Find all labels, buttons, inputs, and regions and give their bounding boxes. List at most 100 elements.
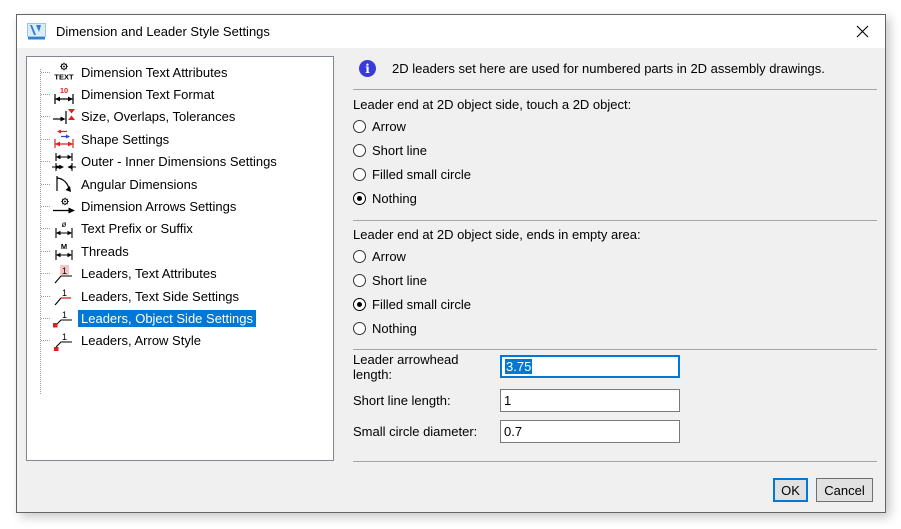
tree-item-leaders-object-side[interactable]: 1 Leaders, Object Side Settings [27,307,333,329]
tree-item-threads[interactable]: M Threads [27,240,333,262]
radio-icon[interactable] [353,144,366,157]
shape-settings-icon [50,129,78,149]
tree-item-leaders-text-side[interactable]: 1 Leaders, Text Side Settings [27,285,333,307]
leaders-object-side-icon: 1 [50,308,78,328]
tree-item-dimension-text-format[interactable]: 10 Dimension Text Format [27,83,333,105]
field-leader-arrowhead-length: Leader arrowhead length: 3.75 [353,354,877,379]
group2-label: Leader end at 2D object side, ends in em… [353,227,641,242]
radio-label: Nothing [372,191,417,206]
svg-text:ø: ø [62,220,67,229]
tree-item-angular-dimensions[interactable]: Angular Dimensions [27,173,333,195]
svg-text:10: 10 [60,86,68,95]
separator [353,349,877,350]
field-small-circle-diameter: Small circle diameter: [353,419,877,444]
radio-label: Filled small circle [372,297,471,312]
cancel-button[interactable]: Cancel [816,478,873,502]
info-icon: i [359,60,376,77]
svg-text:1: 1 [62,310,67,320]
radio-label: Arrow [372,249,406,264]
radio-label: Short line [372,273,427,288]
short-line-length-input[interactable] [500,389,680,412]
info-row: i 2D leaders set here are used for numbe… [359,60,825,77]
dimension-text-format-icon: 10 [50,85,78,105]
radio-label: Short line [372,143,427,158]
radio-touch-nothing[interactable]: Nothing [353,187,417,209]
radio-label: Filled small circle [372,167,471,182]
radio-icon-checked[interactable] [353,192,366,205]
ok-button[interactable]: OK [773,478,808,502]
tree-item-label: Threads [78,243,132,260]
tree-item-text-prefix-suffix[interactable]: ø Text Prefix or Suffix [27,218,333,240]
tree-item-size-overlaps-tolerances[interactable]: Size, Overlaps, Tolerances [27,106,333,128]
tree-item-label: Outer - Inner Dimensions Settings [78,153,280,170]
small-circle-diameter-input[interactable] [500,420,680,443]
tree-item-label: Shape Settings [78,131,172,148]
threads-icon: M [50,241,78,261]
radio-touch-arrow[interactable]: Arrow [353,115,406,137]
radio-touch-filled-small-circle[interactable]: Filled small circle [353,163,471,185]
radio-icon[interactable] [353,322,366,335]
text-prefix-suffix-icon: ø [50,219,78,239]
window-title: Dimension and Leader Style Settings [56,24,270,39]
tree-item-label: Leaders, Text Attributes [78,265,220,282]
svg-text:M: M [61,242,67,251]
separator [353,220,877,221]
titlebar: Dimension and Leader Style Settings [17,15,885,48]
radio-empty-filled-small-circle[interactable]: Filled small circle [353,293,471,315]
radio-icon[interactable] [353,274,366,287]
separator [353,461,877,462]
tree-item-label: Leaders, Arrow Style [78,332,204,349]
leaders-text-side-icon: 1 [50,286,78,306]
dimension-text-attributes-icon: TEXT [50,62,78,82]
svg-text:1: 1 [62,332,67,342]
close-button[interactable] [839,15,885,48]
tree-item-outer-inner-dimensions[interactable]: Outer - Inner Dimensions Settings [27,151,333,173]
tree-item-shape-settings[interactable]: Shape Settings [27,128,333,150]
field-label: Short line length: [353,393,500,408]
radio-icon-checked[interactable] [353,298,366,311]
group1-label: Leader end at 2D object side, touch a 2D… [353,97,631,112]
separator [353,89,877,90]
leaders-text-attributes-icon: 1 [50,264,78,284]
close-icon [856,25,869,38]
leader-arrowhead-length-input[interactable]: 3.75 [500,355,680,378]
size-overlaps-tolerances-icon [50,107,78,127]
varicad-logo-icon [27,23,47,41]
tree-item-label: Dimension Text Attributes [78,64,230,81]
radio-label: Nothing [372,321,417,336]
angular-dimensions-icon [50,174,78,194]
settings-panel: i 2D leaders set here are used for numbe… [353,56,877,514]
radio-empty-nothing[interactable]: Nothing [353,317,417,339]
tree-item-label: Leaders, Text Side Settings [78,288,242,305]
settings-category-tree: TEXT Dimension Text Attributes 10 Dimens… [26,56,334,461]
tree-item-label: Text Prefix or Suffix [78,220,196,237]
radio-icon[interactable] [353,168,366,181]
tree-item-label: Leaders, Object Side Settings [78,310,256,327]
field-label: Small circle diameter: [353,424,500,439]
radio-empty-short-line[interactable]: Short line [353,269,427,291]
tree-item-dimension-arrows-settings[interactable]: Dimension Arrows Settings [27,195,333,217]
dialog-buttons: OK Cancel [773,478,873,502]
dimension-arrows-settings-icon [50,197,78,217]
radio-label: Arrow [372,119,406,134]
tree-item-dimension-text-attributes[interactable]: TEXT Dimension Text Attributes [27,61,333,83]
radio-icon[interactable] [353,250,366,263]
tree-item-label: Angular Dimensions [78,176,200,193]
radio-empty-arrow[interactable]: Arrow [353,245,406,267]
svg-text:1: 1 [62,288,67,298]
outer-inner-dimensions-icon [50,152,78,172]
field-short-line-length: Short line length: [353,388,877,413]
selected-input-text: 3.75 [505,359,532,374]
tree-item-label: Size, Overlaps, Tolerances [78,108,238,125]
radio-icon[interactable] [353,120,366,133]
field-label: Leader arrowhead length: [353,352,500,382]
dialog-dimension-leader-style-settings: Dimension and Leader Style Settings TEXT… [16,14,886,513]
tree-item-leaders-text-attributes[interactable]: 1 Leaders, Text Attributes [27,263,333,285]
tree-item-leaders-arrow-style[interactable]: 1 Leaders, Arrow Style [27,330,333,352]
tree-item-label: Dimension Text Format [78,86,217,103]
leaders-arrow-style-icon: 1 [50,331,78,351]
svg-text:1: 1 [62,266,67,276]
svg-text:TEXT: TEXT [54,73,74,82]
radio-touch-short-line[interactable]: Short line [353,139,427,161]
info-text: 2D leaders set here are used for numbere… [392,61,825,76]
